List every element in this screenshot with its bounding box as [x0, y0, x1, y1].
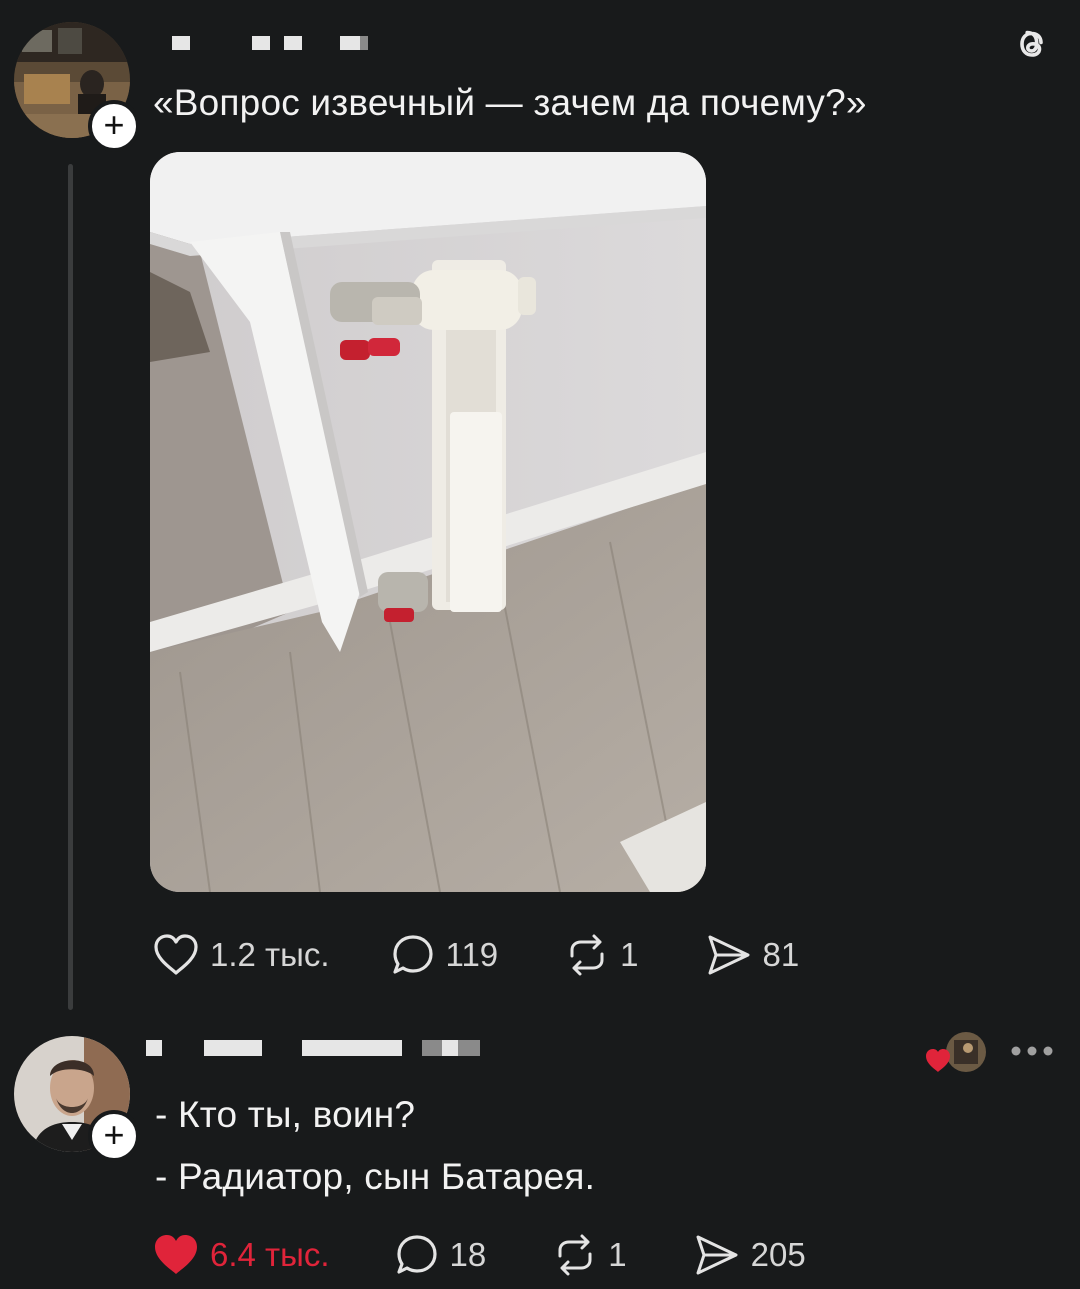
- post-like-count: 1.2 тыс.: [210, 936, 330, 973]
- post-action-bar: 1.2 тыс. 119 1 81: [152, 932, 799, 978]
- post-repost-count: 1: [620, 936, 639, 973]
- threads-logo-icon[interactable]: [1008, 20, 1056, 68]
- post-reply-button[interactable]: 119: [390, 932, 499, 978]
- reply-username-redacted[interactable]: [146, 1040, 480, 1056]
- author-liked-badge: [924, 1030, 988, 1076]
- reply-reply-count: 18: [449, 1236, 487, 1273]
- post-text: «Вопрос извечный — зачем да почему?»: [153, 82, 867, 123]
- thread-connector-line: [68, 164, 73, 1010]
- reply-action-bar: 6.4 тыс. 18 1 205: [152, 1232, 806, 1278]
- comment-icon: [392, 935, 433, 974]
- reply-text-line1: - Кто ты, воин?: [155, 1094, 416, 1135]
- repost-icon: [570, 934, 604, 976]
- post-like-button[interactable]: 1.2 тыс.: [152, 933, 330, 977]
- comment-icon: [396, 1235, 437, 1274]
- reply-follow-plus-button[interactable]: +: [88, 1110, 140, 1162]
- reply-like-button[interactable]: 6.4 тыс.: [152, 1233, 330, 1277]
- send-icon: [708, 935, 750, 975]
- reply-like-count: 6.4 тыс.: [210, 1236, 330, 1273]
- reply-reply-button[interactable]: 18: [394, 1232, 487, 1278]
- heart-small-icon: [926, 1049, 950, 1072]
- post-repost-button[interactable]: 1: [564, 932, 639, 978]
- post-reply-count: 119: [445, 936, 499, 973]
- author-username-redacted[interactable]: [172, 36, 368, 50]
- repost-icon: [558, 1234, 592, 1276]
- heart-filled-icon: [155, 1235, 197, 1274]
- reply-share-button[interactable]: 205: [693, 1232, 806, 1278]
- follow-plus-button[interactable]: +: [88, 100, 140, 152]
- more-dots-icon[interactable]: [1010, 1044, 1054, 1058]
- send-icon: [696, 1235, 738, 1275]
- reply-repost-button[interactable]: 1: [552, 1232, 627, 1278]
- post-share-button[interactable]: 81: [705, 932, 800, 978]
- reply-repost-count: 1: [608, 1236, 627, 1273]
- reply-share-count: 205: [750, 1236, 806, 1273]
- threads-screen: + «Вопрос извечный — зачем да почему?» 1…: [0, 0, 1080, 1289]
- heart-icon: [154, 934, 198, 975]
- reply-text-line2: - Радиатор, сын Батарея.: [155, 1156, 596, 1197]
- post-photo[interactable]: [150, 152, 706, 892]
- post-share-count: 81: [762, 936, 800, 973]
